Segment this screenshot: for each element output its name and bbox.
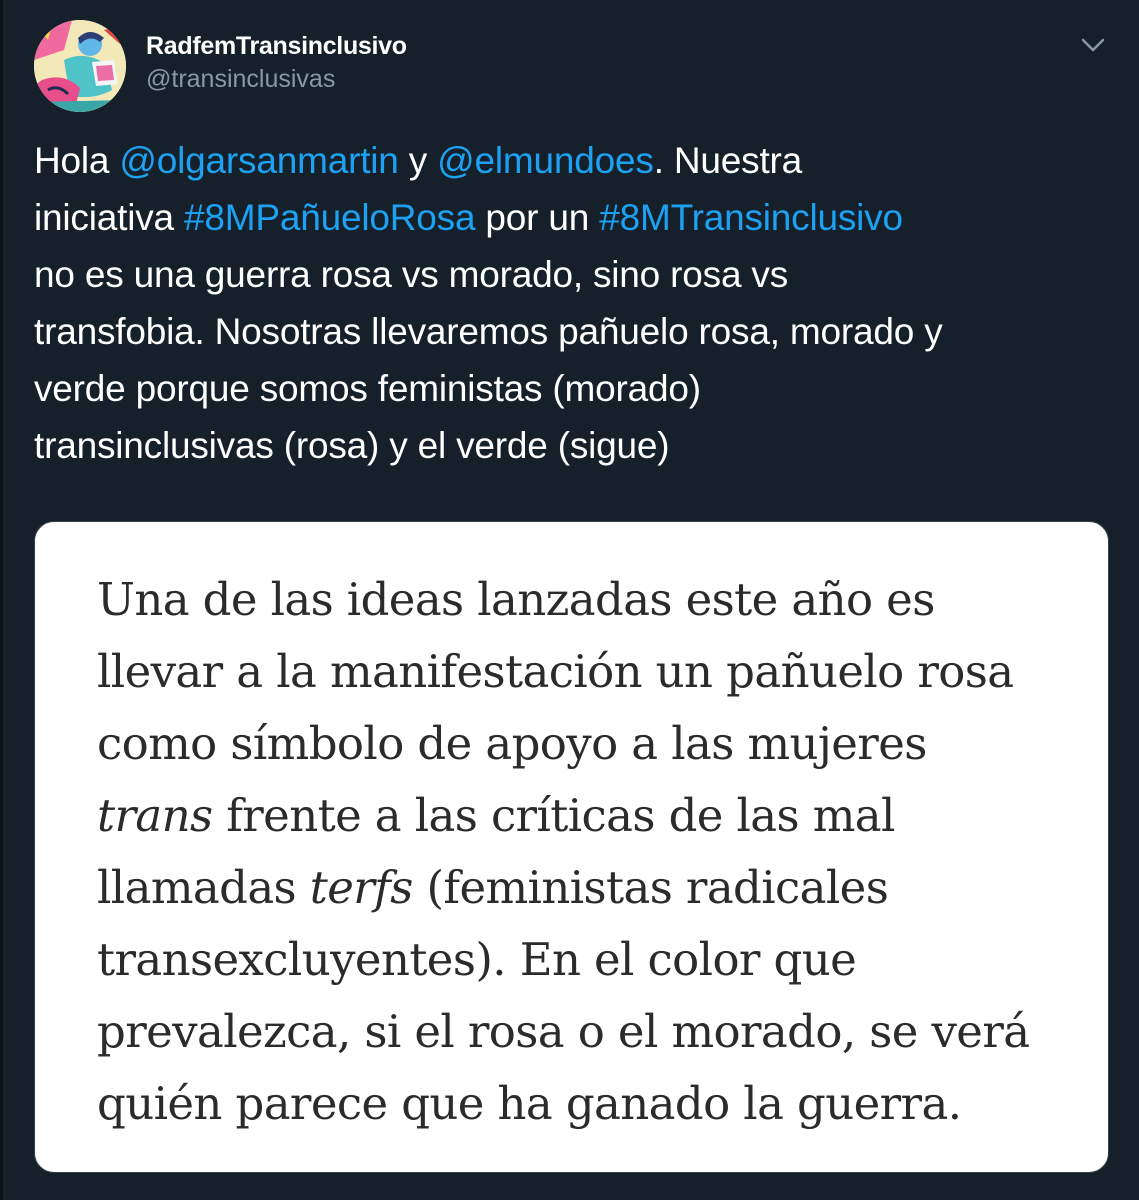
text-segment: iniciativa	[34, 197, 184, 238]
user-info: RadfemTransinclusivo @transinclusivas	[146, 30, 407, 96]
user-handle[interactable]: @transinclusivas	[146, 62, 407, 96]
text-segment: llamadas	[97, 861, 310, 914]
excerpt-line: llevar a la manifestación un pañuelo ros…	[97, 645, 1014, 698]
mention-link[interactable]: @elmundoes	[437, 140, 654, 181]
tweet-text-line: no es una guerra rosa vs morado, sino ro…	[34, 254, 788, 295]
italic-term: trans	[97, 789, 213, 842]
article-excerpt: Una de las ideas lanzadas este año es ll…	[97, 564, 1087, 1140]
text-segment: . Nuestra	[653, 140, 803, 181]
illustrated-avatar-icon	[34, 20, 126, 112]
excerpt-line: llamadas terfs (feministas radicales	[97, 852, 1087, 924]
tweet-text-line: iniciativa #8MPañueloRosa por un #8MTran…	[34, 189, 1124, 246]
hashtag-link[interactable]: #8MPañueloRosa	[184, 197, 476, 238]
tweet-header: RadfemTransinclusivo @transinclusivas	[34, 20, 1114, 112]
mention-link[interactable]: @olgarsanmartin	[119, 140, 398, 181]
text-segment: Hola	[34, 140, 120, 181]
tweet-text-line: verde porque somos feministas (morado)	[34, 368, 701, 409]
tweet-text: Hola @olgarsanmartin y @elmundoes. Nuest…	[34, 132, 1124, 474]
tweet-text-line: transinclusivas (rosa) y el verde (sigue…	[34, 425, 670, 466]
excerpt-line: transexcluyentes). En el color que	[97, 933, 857, 986]
text-segment: por un	[475, 197, 600, 238]
hashtag-link[interactable]: #8MTransinclusivo	[599, 197, 903, 238]
excerpt-line: trans frente a las críticas de las mal	[97, 780, 1087, 852]
display-name[interactable]: RadfemTransinclusivo	[146, 30, 407, 62]
text-segment: (feministas radicales	[412, 861, 889, 914]
excerpt-line: prevalezca, si el rosa o el morado, se v…	[97, 1005, 1030, 1058]
italic-term: terfs	[309, 861, 414, 914]
chevron-down-icon[interactable]	[1078, 32, 1108, 58]
excerpt-line: como símbolo de apoyo a las mujeres	[97, 717, 927, 770]
avatar[interactable]	[34, 20, 126, 112]
excerpt-line: Una de las ideas lanzadas este año es	[97, 573, 935, 626]
tweet-text-line: transfobia. Nosotras llevaremos pañuelo …	[34, 311, 943, 352]
text-segment: y	[398, 140, 438, 181]
excerpt-line: quién parece que ha ganado la guerra.	[97, 1077, 962, 1130]
tweet-text-line: Hola @olgarsanmartin y @elmundoes. Nuest…	[34, 132, 1124, 189]
text-segment: frente a las críticas de las mal	[212, 789, 895, 842]
attached-image[interactable]: Una de las ideas lanzadas este año es ll…	[34, 521, 1109, 1173]
timeline-border	[0, 0, 3, 1200]
